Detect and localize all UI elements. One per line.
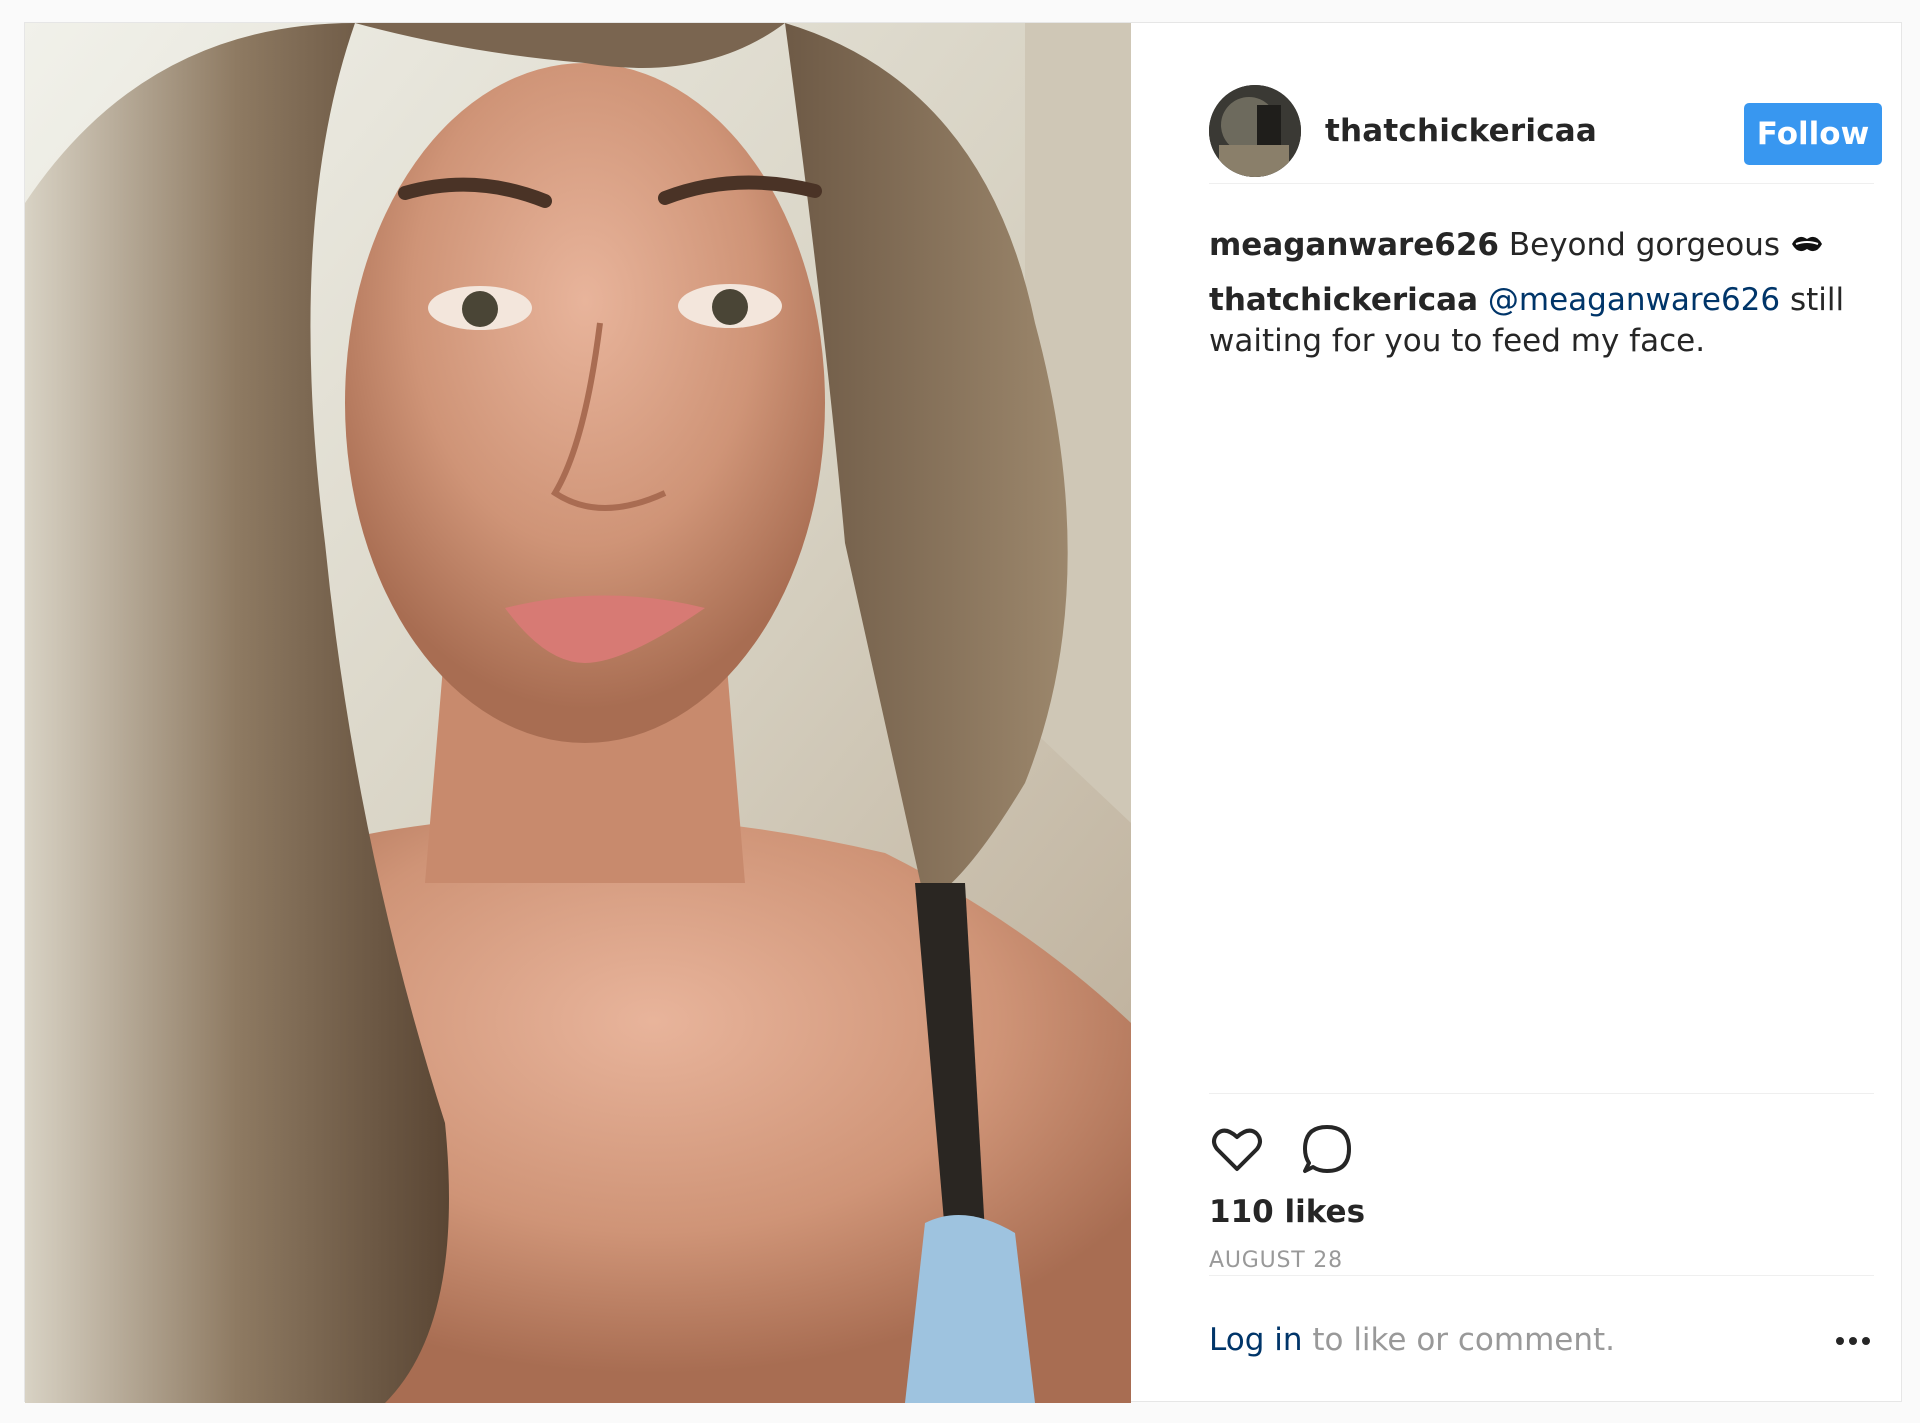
heart-icon[interactable] xyxy=(1209,1121,1265,1177)
post-photo[interactable] xyxy=(25,23,1131,1403)
avatar[interactable] xyxy=(1209,85,1301,177)
post-sidebar: thatchickericaa Follow meaganware626 Bey… xyxy=(1131,23,1903,1403)
instagram-post: thatchickericaa Follow meaganware626 Bey… xyxy=(24,22,1903,1403)
comments-list: meaganware626 Beyond gorgeous thatchicke… xyxy=(1209,225,1874,376)
avatar-image xyxy=(1209,85,1301,177)
action-icons xyxy=(1209,1120,1874,1178)
comment-item: meaganware626 Beyond gorgeous xyxy=(1209,225,1874,266)
comment-item: thatchickericaa @meaganware626 still wai… xyxy=(1209,280,1874,362)
post-footer: Log in to like or comment. xyxy=(1209,1275,1874,1404)
login-prompt: Log in to like or comment. xyxy=(1209,1322,1615,1358)
follow-button[interactable]: Follow xyxy=(1744,103,1882,165)
post-header: thatchickericaa Follow xyxy=(1209,63,1882,184)
comment-username[interactable]: thatchickericaa xyxy=(1209,282,1478,318)
post-actions: 110 likes AUGUST 28 xyxy=(1209,1093,1874,1273)
post-date[interactable]: AUGUST 28 xyxy=(1209,1248,1874,1273)
comment-text: Beyond gorgeous xyxy=(1508,227,1781,263)
login-link[interactable]: Log in xyxy=(1209,1322,1302,1358)
more-options-icon[interactable] xyxy=(1832,1326,1874,1356)
kiss-mark-icon xyxy=(1791,236,1822,252)
comment-icon[interactable] xyxy=(1299,1121,1355,1177)
comment-username[interactable]: meaganware626 xyxy=(1209,227,1499,263)
post-author-username[interactable]: thatchickericaa xyxy=(1325,113,1597,149)
selfie-image xyxy=(25,23,1131,1403)
comment-mention[interactable]: @meaganware626 xyxy=(1488,282,1780,318)
likes-count[interactable]: 110 likes xyxy=(1209,1194,1874,1230)
login-prompt-text: to like or comment. xyxy=(1312,1322,1616,1358)
